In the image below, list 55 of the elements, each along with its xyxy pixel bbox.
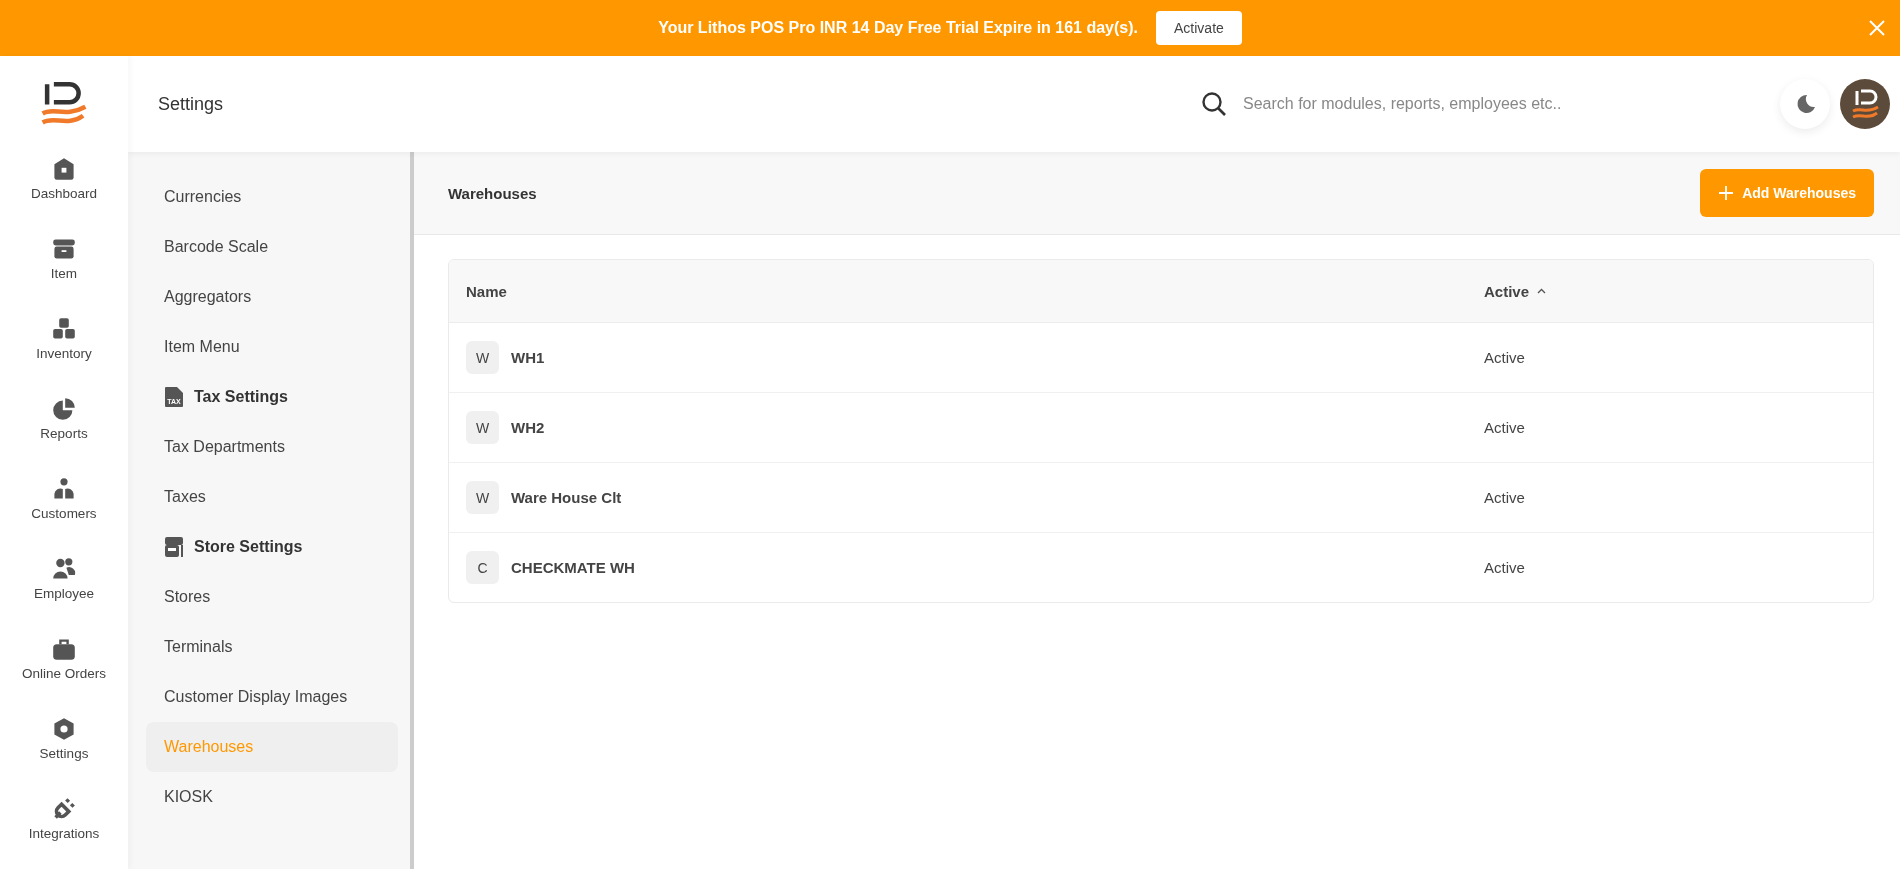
- nav-item[interactable]: Dashboard: [30, 149, 97, 229]
- initial-avatar: W: [466, 411, 499, 444]
- section-heading: Tax Settings: [194, 388, 288, 406]
- initial-avatar: C: [466, 551, 499, 584]
- settings-menu-item[interactable]: Terminals: [146, 622, 398, 672]
- avatar-icon[interactable]: [1840, 79, 1890, 129]
- warehouse-name: Ware House Clt: [511, 489, 622, 506]
- pie-chart-icon: [52, 397, 76, 421]
- settings-menu-item[interactable]: KIOSK: [146, 772, 398, 822]
- status-text: Active: [1484, 418, 1525, 436]
- nav-item[interactable]: Online Orders: [21, 629, 106, 709]
- settings-menu-item[interactable]: Stores: [146, 572, 398, 622]
- nav-item[interactable]: Employee: [33, 549, 94, 629]
- nav-item[interactable]: Customers: [31, 469, 97, 549]
- briefcase-icon: [52, 637, 76, 661]
- nav-item[interactable]: Reports: [40, 389, 88, 469]
- nav-item[interactable]: Item: [50, 229, 78, 309]
- section-heading: Store Settings: [194, 538, 303, 556]
- nav-item[interactable]: Settings: [39, 709, 89, 789]
- settings-menu-item[interactable]: Taxes: [146, 472, 398, 522]
- boxes-icon: [52, 317, 76, 341]
- trial-message: Your Lithos POS Pro INR 14 Day Free Trial Expire in 161 day(s).: [658, 19, 1138, 37]
- logo-icon: [39, 82, 89, 127]
- person-icon: [52, 477, 76, 501]
- nav-item[interactable]: Integrations: [28, 789, 100, 869]
- status-text: Active: [1484, 488, 1525, 506]
- initial-avatar: W: [466, 341, 499, 374]
- settings-menu-item[interactable]: Currencies: [146, 172, 398, 222]
- search-icon: [1201, 91, 1227, 117]
- initial-avatar: W: [466, 481, 499, 514]
- settings-menu-item[interactable]: Barcode Scale: [146, 222, 398, 272]
- warehouse-name: WH1: [511, 349, 545, 366]
- home-icon: [52, 157, 76, 181]
- plug-icon: [52, 797, 76, 821]
- settings-menu-item[interactable]: Tax Departments: [146, 422, 398, 472]
- warehouse-name: CHECKMATE WH: [511, 559, 635, 576]
- status-text: Active: [1484, 558, 1525, 576]
- column-header[interactable]: Active: [1484, 260, 1873, 322]
- storefront-icon: [164, 536, 184, 558]
- section-title: Warehouses: [448, 184, 537, 202]
- archive-box-icon: [52, 237, 76, 261]
- nav-item[interactable]: Inventory: [36, 309, 92, 389]
- sort-ascending-icon: [1537, 288, 1547, 294]
- activate-button[interactable]: Activate: [1156, 11, 1242, 45]
- settings-menu-item[interactable]: Item Menu: [146, 322, 398, 372]
- column-header[interactable]: Name: [449, 260, 1484, 322]
- status-text: Active: [1484, 348, 1525, 366]
- warehouse-name: WH2: [511, 419, 545, 436]
- settings-menu-item[interactable]: Customer Display Images: [146, 672, 398, 722]
- plus-icon: [1718, 185, 1735, 201]
- page-title: Settings: [158, 93, 225, 115]
- people-icon: [52, 557, 76, 581]
- search-field[interactable]: Search for modules, reports, employees etc..: [1241, 94, 1665, 114]
- settings-icon: [52, 717, 76, 741]
- settings-menu-item[interactable]: Aggregators: [146, 272, 398, 322]
